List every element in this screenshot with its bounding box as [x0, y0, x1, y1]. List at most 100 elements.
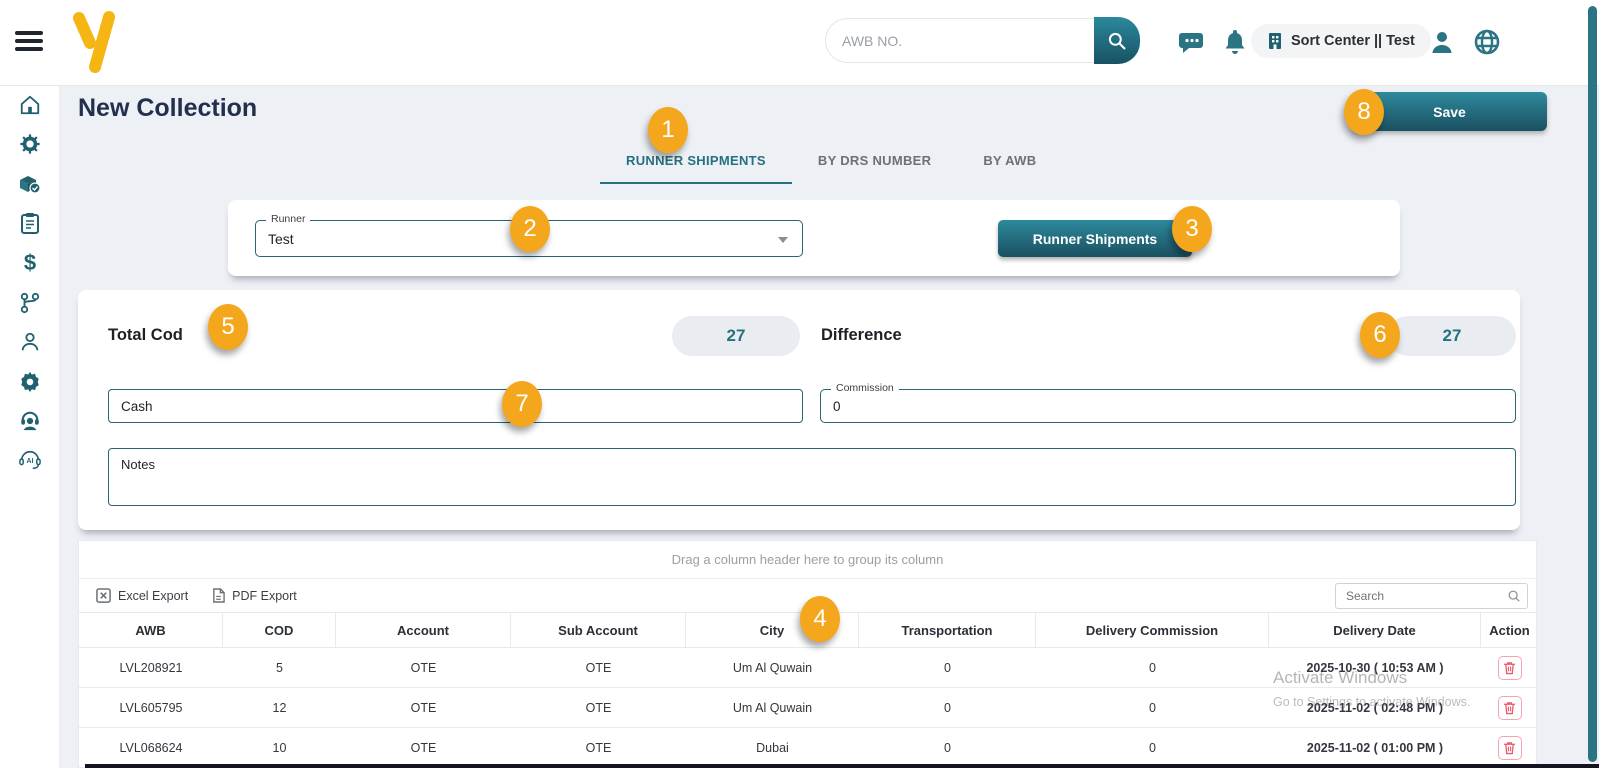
- menu-toggle-icon[interactable]: [15, 31, 43, 53]
- pdf-export-button[interactable]: PDF Export: [212, 588, 297, 603]
- table-row: LVL208921 5 OTE OTE Um Al Quwain 0 0 202…: [79, 648, 1536, 688]
- cell-delivery-commission: 0: [1036, 728, 1269, 767]
- cell-sub-account: OTE: [511, 648, 686, 687]
- annotation-badge-5: 5: [208, 304, 248, 350]
- search-button[interactable]: [1094, 17, 1140, 64]
- station-selector[interactable]: Sort Center || Test: [1251, 24, 1431, 58]
- svg-text:$: $: [24, 251, 36, 275]
- cell-city: Um Al Quwain: [686, 648, 859, 687]
- col-header-sub-account[interactable]: Sub Account: [511, 613, 686, 647]
- col-header-delivery-commission[interactable]: Delivery Commission: [1036, 613, 1269, 647]
- total-cod-label: Total Cod: [108, 326, 183, 345]
- cell-awb: LVL208921: [79, 648, 223, 687]
- station-label: Sort Center || Test: [1291, 33, 1415, 49]
- sidebar-operations-icon[interactable]: [18, 132, 42, 156]
- table-row: LVL068624 10 OTE OTE Dubai 0 0 2025-11-0…: [79, 728, 1536, 768]
- cell-delivery-date: 2025-11-02 ( 01:00 PM ): [1269, 728, 1481, 767]
- commission-input[interactable]: [821, 390, 1515, 422]
- total-cod-value: 27: [672, 316, 800, 356]
- annotation-badge-6: 6: [1360, 312, 1400, 358]
- table-search-input[interactable]: [1336, 584, 1527, 608]
- chevron-down-icon: [778, 237, 788, 243]
- user-profile-icon[interactable]: [1426, 26, 1458, 58]
- cell-transportation: 0: [859, 688, 1036, 727]
- difference-value: 27: [1388, 316, 1516, 356]
- window-bottom-edge: [85, 764, 1599, 768]
- runner-select-label: Runner: [266, 213, 310, 225]
- cell-city: Dubai: [686, 728, 859, 767]
- brand-logo[interactable]: [68, 10, 120, 76]
- delete-row-button[interactable]: [1498, 696, 1522, 720]
- cell-delivery-commission: 0: [1036, 688, 1269, 727]
- page-title: New Collection: [78, 94, 257, 123]
- col-header-account[interactable]: Account: [336, 613, 511, 647]
- table-row: LVL605795 12 OTE OTE Um Al Quwain 0 0 20…: [79, 688, 1536, 728]
- sidebar-finance-icon[interactable]: $: [18, 251, 42, 275]
- chat-icon[interactable]: [1176, 26, 1208, 58]
- cell-delivery-commission: 0: [1036, 648, 1269, 687]
- trash-icon: [1503, 661, 1516, 675]
- awb-search: [825, 17, 1140, 64]
- notifications-bell-icon[interactable]: [1219, 26, 1251, 58]
- awb-search-input[interactable]: [825, 18, 1103, 63]
- svg-text:AI: AI: [27, 458, 34, 465]
- difference-label: Difference: [821, 326, 902, 345]
- sidebar-ai-assistant-icon[interactable]: AI: [18, 448, 42, 472]
- cell-awb: LVL605795: [79, 688, 223, 727]
- annotation-badge-7: 7: [502, 381, 542, 427]
- page-scrollbar[interactable]: [1588, 6, 1597, 762]
- search-icon: [1107, 31, 1127, 51]
- delete-row-button[interactable]: [1498, 736, 1522, 760]
- building-icon: [1267, 32, 1283, 50]
- delete-row-button[interactable]: [1498, 656, 1522, 680]
- cell-sub-account: OTE: [511, 728, 686, 767]
- annotation-badge-2: 2: [510, 206, 550, 252]
- collection-tabs: RUNNER SHIPMENTS BY DRS NUMBER BY AWB: [600, 153, 1062, 184]
- runner-shipments-button[interactable]: Runner Shipments: [998, 220, 1192, 257]
- table-search-icon: [1507, 589, 1521, 603]
- topbar: Sort Center || Test: [0, 0, 1599, 86]
- col-header-awb[interactable]: AWB: [79, 613, 223, 647]
- trash-icon: [1503, 701, 1516, 715]
- tab-by-drs-number[interactable]: BY DRS NUMBER: [792, 153, 957, 184]
- annotation-badge-1: 1: [648, 107, 688, 153]
- cell-account: OTE: [336, 648, 511, 687]
- tab-runner-shipments[interactable]: RUNNER SHIPMENTS: [600, 153, 792, 184]
- runner-card: Runner Test Runner Shipments: [228, 200, 1400, 276]
- sidebar-nav: $ AI: [0, 86, 60, 768]
- sidebar-customers-icon[interactable]: [18, 330, 42, 354]
- sidebar-home-icon[interactable]: [18, 93, 42, 117]
- col-header-delivery-date[interactable]: Delivery Date: [1269, 613, 1481, 647]
- cell-transportation: 0: [859, 728, 1036, 767]
- cell-sub-account: OTE: [511, 688, 686, 727]
- collection-summary-card: Total Cod 27 Difference 27 Commission No…: [78, 290, 1520, 530]
- sidebar-settings-gear-icon[interactable]: [18, 369, 42, 393]
- annotation-badge-8: 8: [1344, 89, 1384, 135]
- cell-account: OTE: [336, 728, 511, 767]
- table-search: [1335, 583, 1528, 609]
- excel-export-button[interactable]: Excel Export: [96, 588, 188, 603]
- shipments-table-panel: Drag a column header here to group its c…: [78, 540, 1537, 768]
- sidebar-workflow-icon[interactable]: [18, 291, 42, 315]
- sidebar-clipboard-icon[interactable]: [18, 211, 42, 235]
- pdf-icon: [212, 588, 225, 603]
- language-globe-icon[interactable]: [1471, 26, 1503, 58]
- payment-type-field[interactable]: [108, 389, 803, 423]
- sidebar-packages-icon[interactable]: [18, 172, 42, 196]
- col-header-transportation[interactable]: Transportation: [859, 613, 1036, 647]
- excel-icon: [96, 588, 111, 603]
- col-header-cod[interactable]: COD: [223, 613, 336, 647]
- cell-transportation: 0: [859, 648, 1036, 687]
- runner-select-value: Test: [268, 231, 294, 247]
- cell-awb: LVL068624: [79, 728, 223, 767]
- tab-by-awb[interactable]: BY AWB: [957, 153, 1062, 184]
- col-header-action[interactable]: Action: [1481, 613, 1538, 647]
- annotation-badge-3: 3: [1172, 206, 1212, 252]
- cell-cod: 5: [223, 648, 336, 687]
- cell-delivery-date: 2025-11-02 ( 02:48 PM ): [1269, 688, 1481, 727]
- notes-textarea[interactable]: Notes: [108, 448, 1516, 506]
- cell-account: OTE: [336, 688, 511, 727]
- group-by-drop-zone[interactable]: Drag a column header here to group its c…: [79, 541, 1536, 579]
- commission-field-wrap: Commission: [820, 389, 1516, 423]
- sidebar-support-agent-icon[interactable]: [18, 409, 42, 433]
